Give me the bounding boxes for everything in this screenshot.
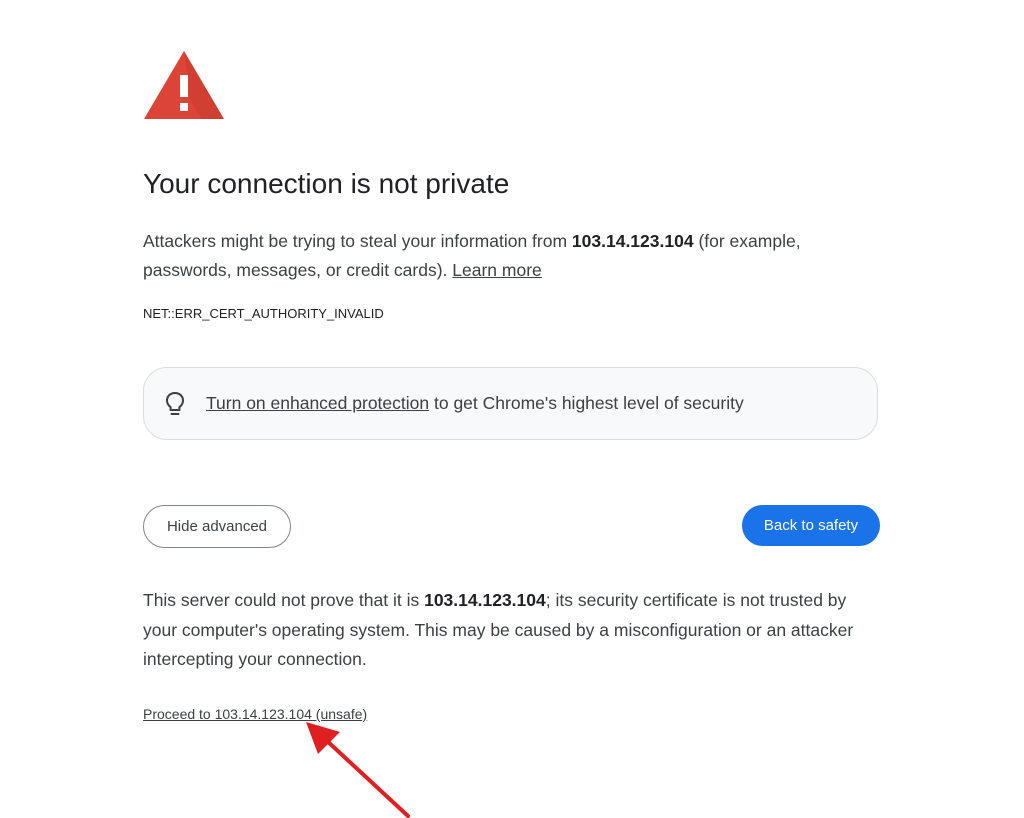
details-host: 103.14.123.104 bbox=[424, 590, 546, 610]
lightbulb-icon bbox=[164, 391, 186, 417]
enhanced-protection-box: Turn on enhanced protection to get Chrom… bbox=[143, 367, 878, 440]
learn-more-link[interactable]: Learn more bbox=[452, 260, 542, 280]
enhanced-protection-text: Turn on enhanced protection to get Chrom… bbox=[206, 393, 744, 414]
details-prefix: This server could not prove that it is bbox=[143, 590, 425, 610]
enhanced-protection-rest: to get Chrome's highest level of securit… bbox=[429, 393, 744, 413]
hide-advanced-button[interactable]: Hide advanced bbox=[143, 505, 291, 548]
main-message: Attackers might be trying to steal your … bbox=[143, 227, 873, 285]
main-message-host: 103.14.123.104 bbox=[571, 231, 694, 251]
warning-exclamation-bar bbox=[180, 75, 188, 97]
enhanced-protection-link[interactable]: Turn on enhanced protection bbox=[206, 393, 429, 413]
arrow-shaft bbox=[324, 738, 410, 818]
error-code: NET::ERR_CERT_AUTHORITY_INVALID bbox=[143, 306, 384, 321]
red-annotation-arrow bbox=[306, 722, 410, 818]
warning-exclamation-dot bbox=[180, 103, 188, 111]
main-message-prefix: Attackers might be trying to steal your … bbox=[143, 231, 572, 251]
warning-triangle-icon bbox=[144, 51, 224, 119]
details-message: This server could not prove that it is 1… bbox=[143, 586, 878, 675]
back-to-safety-button[interactable]: Back to safety bbox=[742, 505, 880, 546]
page-title: Your connection is not private bbox=[143, 168, 510, 199]
